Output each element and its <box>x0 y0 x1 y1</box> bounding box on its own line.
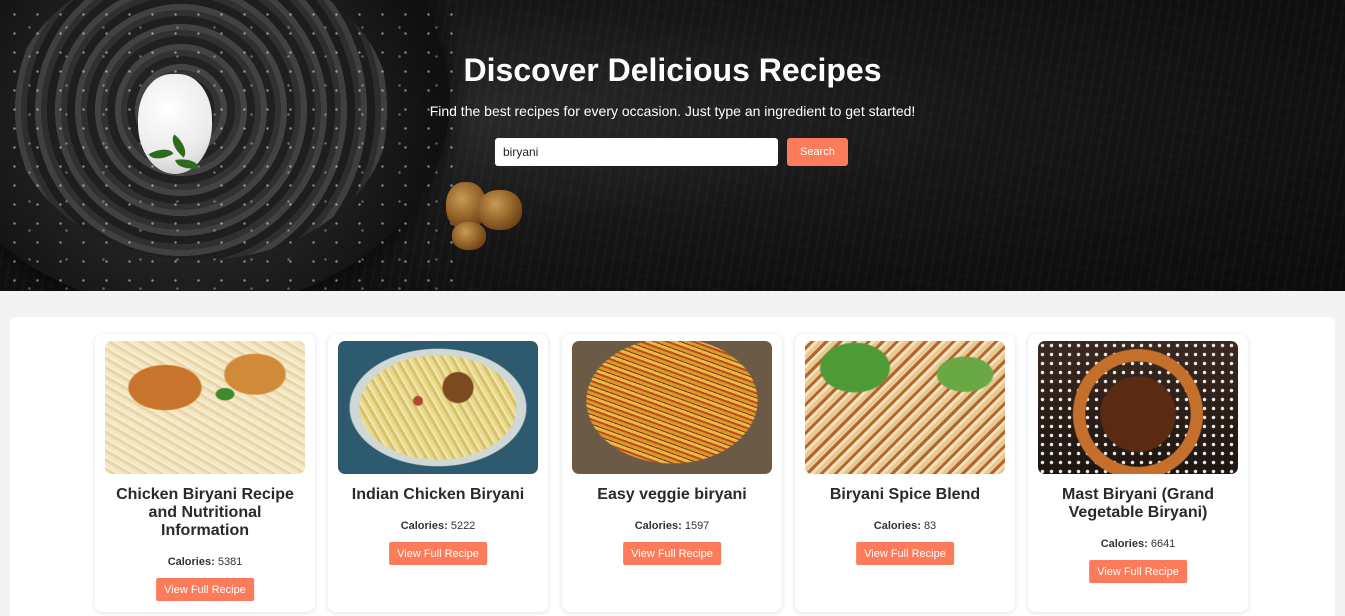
recipe-image <box>805 341 1005 474</box>
recipe-calories: Calories: 5222 <box>328 520 548 532</box>
calories-value: 1597 <box>684 520 710 532</box>
recipe-title: Indian Chicken Biryani <box>351 486 525 503</box>
recipe-card: Mast Biryani (Grand Vegetable Biryani) C… <box>1028 334 1248 612</box>
recipe-image <box>572 341 772 474</box>
recipe-title: Biryani Spice Blend <box>829 486 981 503</box>
page-title: Discover Delicious Recipes <box>463 52 882 88</box>
recipe-calories: Calories: 5381 <box>95 556 315 568</box>
calories-label: Calories: <box>873 520 921 532</box>
hero-walnut-image <box>452 222 486 250</box>
calories-label: Calories: <box>167 556 215 568</box>
recipe-card: Easy veggie biryani Calories: 1597 View … <box>562 334 782 612</box>
calories-value: 5381 <box>217 556 243 568</box>
hero-banner: Discover Delicious Recipes Find the best… <box>0 0 1345 291</box>
view-recipe-button[interactable]: View Full Recipe <box>156 578 254 601</box>
view-recipe-button[interactable]: View Full Recipe <box>856 542 954 565</box>
view-recipe-button[interactable]: View Full Recipe <box>389 542 487 565</box>
recipe-card: Chicken Biryani Recipe and Nutritional I… <box>95 334 315 612</box>
hero-walnut-image <box>478 190 522 230</box>
recipe-calories: Calories: 1597 <box>562 520 782 532</box>
calories-value: 5222 <box>450 520 476 532</box>
recipe-card: Indian Chicken Biryani Calories: 5222 Vi… <box>328 334 548 612</box>
recipe-image <box>105 341 305 474</box>
calories-label: Calories: <box>634 520 682 532</box>
recipe-image <box>1038 341 1238 474</box>
recipe-title: Mast Biryani (Grand Vegetable Biryani) <box>1061 486 1215 521</box>
hero-sprinkle <box>0 0 460 291</box>
recipe-title: Chicken Biryani Recipe and Nutritional I… <box>116 486 294 539</box>
search-input[interactable] <box>495 138 778 166</box>
calories-value: 83 <box>923 520 937 532</box>
recipe-card: Biryani Spice Blend Calories: 83 View Fu… <box>795 334 1015 612</box>
view-recipe-button[interactable]: View Full Recipe <box>623 542 721 565</box>
calories-label: Calories: <box>1100 538 1148 550</box>
recipe-image <box>338 341 538 474</box>
view-recipe-button[interactable]: View Full Recipe <box>1089 560 1187 583</box>
recipe-title: Easy veggie biryani <box>597 486 747 503</box>
calories-label: Calories: <box>400 520 448 532</box>
recipe-calories: Calories: 83 <box>795 520 1015 532</box>
search-button[interactable]: Search <box>787 138 848 166</box>
recipe-calories: Calories: 6641 <box>1028 538 1248 550</box>
hero-subtitle: Find the best recipes for every occasion… <box>429 103 916 119</box>
calories-value: 6641 <box>1150 538 1176 550</box>
